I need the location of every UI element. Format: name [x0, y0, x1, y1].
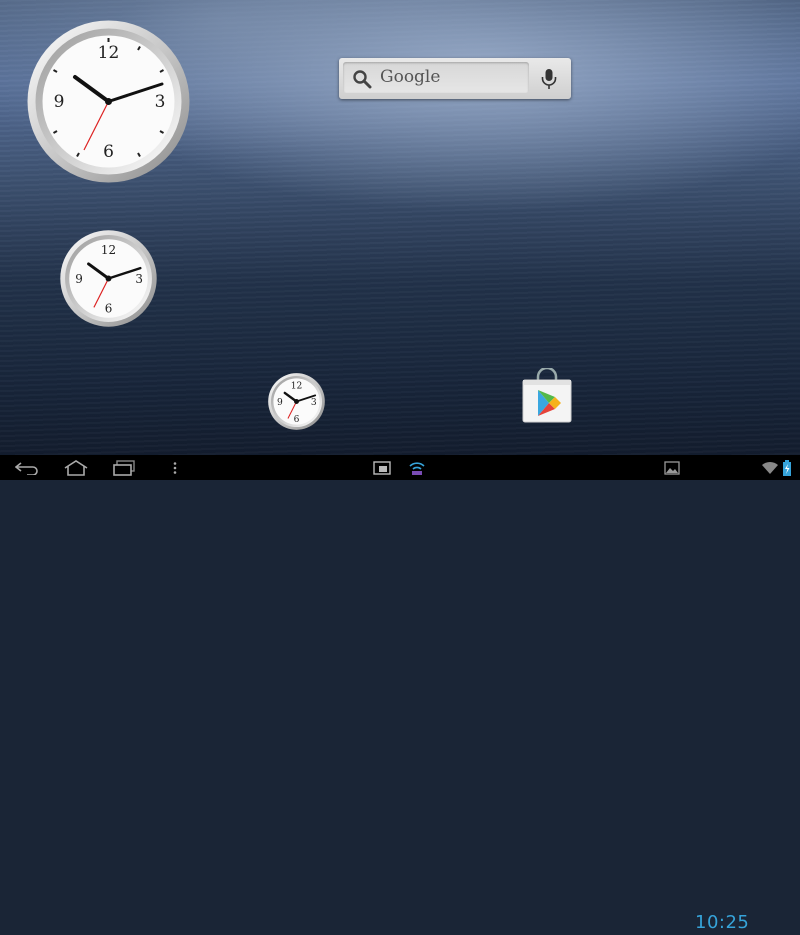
wifi-notification-icon	[409, 461, 425, 475]
wifi-signal-icon	[761, 461, 778, 474]
clock-numeral-3: 3	[135, 272, 143, 286]
search-icon	[353, 70, 372, 89]
clock-numeral-3: 3	[155, 92, 166, 112]
back-icon	[15, 461, 38, 475]
screenshot-notification[interactable]	[370, 455, 394, 480]
clock-numeral-12: 12	[291, 381, 303, 391]
system-bar: 10:25	[0, 455, 800, 933]
clock-numeral-12: 12	[98, 43, 120, 63]
search-bar[interactable]: Google	[343, 62, 529, 93]
status-icons[interactable]	[758, 455, 794, 480]
back-button[interactable]	[8, 455, 48, 480]
recent-apps-icon	[113, 459, 135, 476]
wifi-notification[interactable]	[405, 455, 429, 480]
menu-icon	[173, 461, 177, 474]
battery-charging-icon	[782, 459, 791, 476]
clock-numeral-9: 9	[277, 398, 283, 408]
clock-numeral-6: 6	[105, 302, 113, 316]
analog-clock-medium[interactable]: 12 3 6 9	[60, 230, 157, 327]
analog-clock-large[interactable]: 12 3 6 9	[27, 20, 190, 183]
home-button[interactable]	[56, 455, 96, 480]
clock-numeral-9: 9	[75, 272, 83, 286]
recent-apps-button[interactable]	[104, 455, 144, 480]
clock-numeral-3: 3	[311, 398, 317, 408]
status-bar-time[interactable]: 10:25	[695, 910, 749, 935]
menu-button[interactable]	[165, 455, 185, 480]
play-store-icon[interactable]	[520, 368, 574, 424]
google-search-widget: Google	[339, 58, 571, 99]
screenshot-notification-icon	[373, 460, 391, 475]
analog-clock-small[interactable]: 12 3 6 9	[268, 373, 325, 430]
search-label: Google	[380, 67, 441, 87]
home-icon	[64, 459, 88, 476]
clock-numeral-9: 9	[54, 92, 65, 112]
mic-icon[interactable]	[539, 68, 559, 90]
clock-numeral-12: 12	[101, 243, 116, 257]
gallery-notification-icon	[664, 460, 680, 475]
gallery-notification[interactable]	[660, 455, 684, 480]
clock-numeral-6: 6	[103, 142, 114, 162]
clock-numeral-6: 6	[294, 415, 300, 425]
